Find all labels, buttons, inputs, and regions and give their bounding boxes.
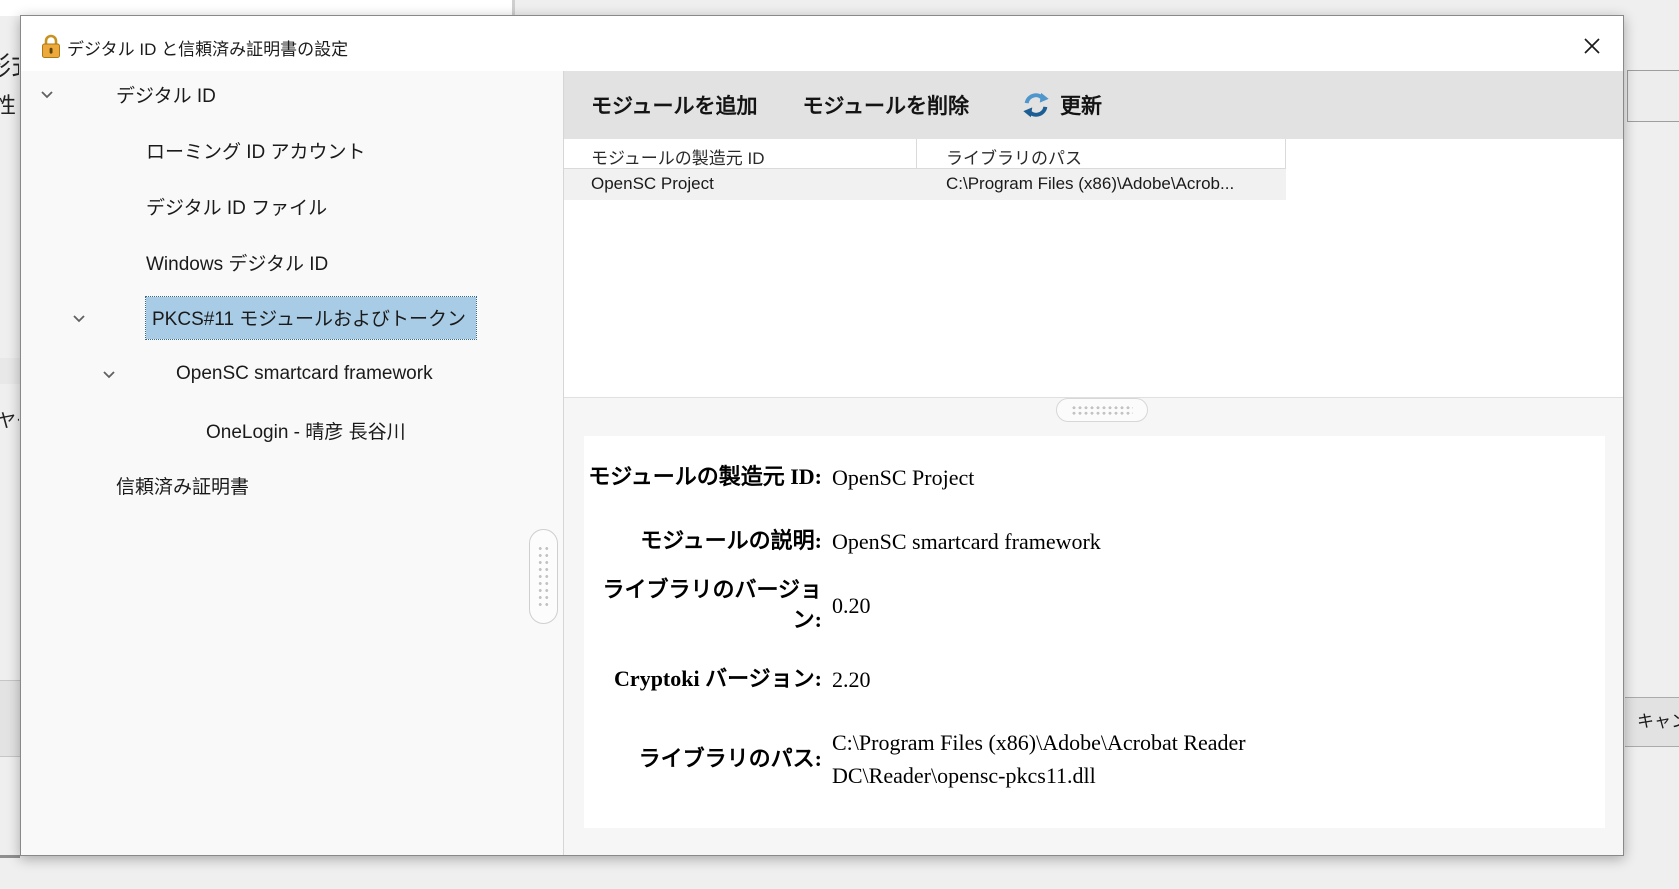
module-table-row[interactable]: OpenSC Project C:\Program Files (x86)\Ad… <box>564 169 1286 200</box>
splitter-grip-dots <box>537 545 550 609</box>
underlying-text-fragment: 形式 <box>0 46 19 86</box>
cell-manufacturer-id: OpenSC Project <box>591 174 714 194</box>
underlying-text-fragment: 性 ( <box>0 88 16 120</box>
module-details-card: モジュールの製造元 ID: OpenSC Project モジュールの説明: O… <box>584 436 1605 828</box>
selected-tree-item-highlight: PKCS#11 モジュールおよびトークン <box>146 297 476 339</box>
remove-module-button[interactable]: モジュールを削除 <box>803 90 970 120</box>
tree-item-label: ローミング ID アカウント <box>146 137 366 164</box>
tree-item-label: OpenSC smartcard framework <box>176 363 433 385</box>
cancel-button-label: キャンセル <box>1637 698 1679 746</box>
refresh-button[interactable]: 更新 <box>1021 90 1102 120</box>
tree-item-label: PKCS#11 モジュールおよびトークン <box>152 309 466 330</box>
detail-label: ライブラリのパス: <box>584 744 822 774</box>
detail-label: モジュールの説明: <box>584 526 822 556</box>
underlying-window-edge <box>0 855 20 858</box>
tree-item-windows-digital-id[interactable]: Windows デジタル ID <box>21 243 563 281</box>
module-toolbar: モジュールを追加 モジュールを削除 更新 <box>564 71 1624 139</box>
underlying-text-fragment: ヤー <box>0 406 19 436</box>
detail-row-library-version: ライブラリのバージョン: 0.20 <box>584 574 1605 636</box>
tree-item-label: デジタル ID ファイル <box>146 193 327 220</box>
horizontal-splitter-handle[interactable] <box>1056 398 1148 422</box>
detail-value: OpenSC Project <box>832 461 974 494</box>
tree-item-onelogin-token[interactable]: OneLogin - 晴彦 長谷川 <box>21 411 563 449</box>
close-icon <box>1581 35 1603 57</box>
tree-item-label: Windows デジタル ID <box>146 249 328 276</box>
detail-label: Cryptoki バージョン: <box>584 664 822 694</box>
module-table-header: モジュールの製造元 ID ライブラリのパス <box>564 139 1286 169</box>
cancel-button[interactable]: キャンセル <box>1625 697 1679 747</box>
refresh-icon <box>1021 90 1051 120</box>
lock-icon <box>41 33 61 64</box>
splitter-grip-dots <box>1071 405 1133 416</box>
digital-id-settings-dialog: デジタル ID と信頼済み証明書の設定 デジタル ID ローミング ID アカウ… <box>20 15 1624 856</box>
vertical-splitter-handle[interactable] <box>529 529 558 624</box>
tree-item-trusted-certificates[interactable]: 信頼済み証明書 <box>21 466 563 504</box>
detail-value: 0.20 <box>832 589 871 622</box>
underlying-partial-button[interactable] <box>1627 70 1679 122</box>
detail-value: C:\Program Files (x86)\Adobe\Acrobat Rea… <box>832 726 1422 792</box>
detail-label: ライブラリのバージョン: <box>584 575 822 635</box>
underlying-row-band <box>0 358 20 384</box>
cell-library-path: C:\Program Files (x86)\Adobe\Acrob... <box>946 174 1234 194</box>
column-separator[interactable] <box>1285 139 1286 169</box>
tree-item-digital-id[interactable]: デジタル ID <box>21 75 563 113</box>
detail-row-module-description: モジュールの説明: OpenSC smartcard framework <box>584 520 1605 562</box>
detail-label: モジュールの製造元 ID: <box>584 462 822 492</box>
chevron-down-icon[interactable] <box>37 84 57 110</box>
tree-item-roaming-id-accounts[interactable]: ローミング ID アカウント <box>21 131 563 169</box>
chevron-down-icon[interactable] <box>69 308 89 334</box>
tree-item-label: デジタル ID <box>116 81 216 108</box>
detail-row-cryptoki-version: Cryptoki バージョン: 2.20 <box>584 648 1605 710</box>
underlying-window-surface <box>0 0 512 16</box>
detail-row-manufacturer-id: モジュールの製造元 ID: OpenSC Project <box>584 446 1605 508</box>
tree-item-pkcs11-modules[interactable]: PKCS#11 モジュールおよびトークン <box>21 299 563 337</box>
tree-item-label: OneLogin - 晴彦 長谷川 <box>206 417 406 444</box>
dialog-titlebar: デジタル ID と信頼済み証明書の設定 <box>21 16 1623 71</box>
detail-value: OpenSC smartcard framework <box>832 525 1101 558</box>
column-header-library-path[interactable]: ライブラリのパス <box>946 144 1082 169</box>
add-module-button[interactable]: モジュールを追加 <box>591 90 758 120</box>
dialog-title: デジタル ID と信頼済み証明書の設定 <box>67 35 348 60</box>
tree-item-opensc-framework[interactable]: OpenSC smartcard framework <box>21 355 563 393</box>
column-separator[interactable] <box>916 139 917 169</box>
chevron-down-icon[interactable] <box>99 364 119 390</box>
close-button[interactable] <box>1577 31 1607 61</box>
underlying-footer-band <box>0 680 20 757</box>
detail-row-library-path: ライブラリのパス: C:\Program Files (x86)\Adobe\A… <box>584 722 1605 796</box>
detail-value: 2.20 <box>832 663 871 696</box>
refresh-button-label: 更新 <box>1060 90 1102 120</box>
underlying-panel-divider <box>512 0 515 16</box>
tree-item-label: 信頼済み証明書 <box>116 472 249 499</box>
column-header-manufacturer-id[interactable]: モジュールの製造元 ID <box>591 144 765 169</box>
tree-item-digital-id-files[interactable]: デジタル ID ファイル <box>21 187 563 225</box>
